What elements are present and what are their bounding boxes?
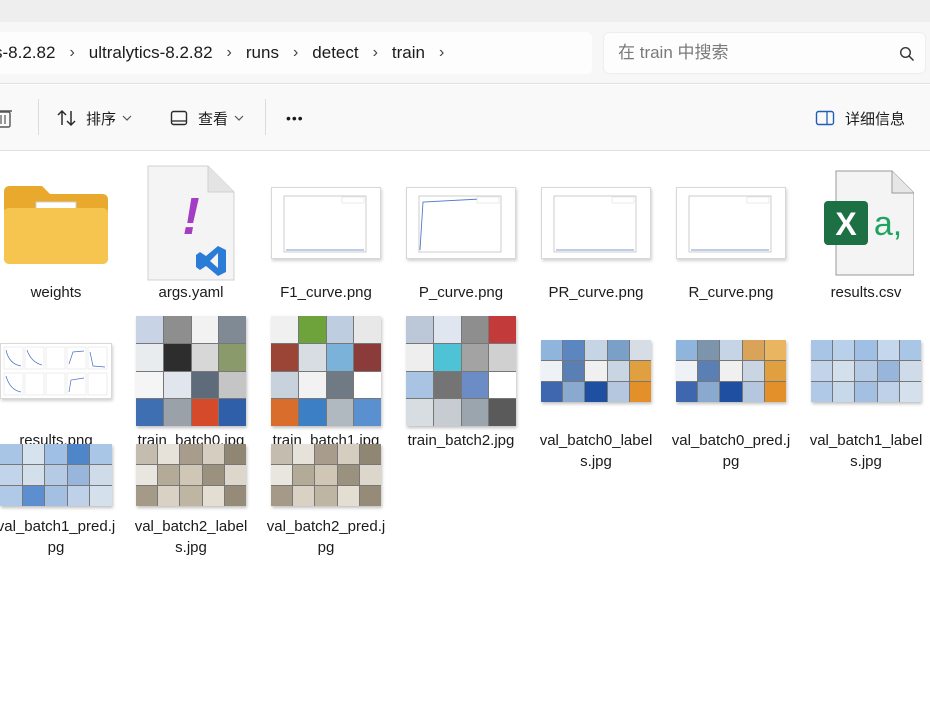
file-item[interactable]: train_batch1.jpg <box>266 312 386 451</box>
val-batch-thumbnail <box>0 444 112 506</box>
file-item[interactable]: val_batch1_pred.jpg <box>0 434 116 558</box>
file-item[interactable]: val_batch0_pred.jpg <box>671 312 791 472</box>
file-name: val_batch2_pred.jpg <box>266 518 386 556</box>
file-name: results.csv <box>830 284 902 301</box>
file-item[interactable]: PR_curve.png <box>536 164 656 303</box>
train-batch-thumbnail <box>271 316 381 426</box>
search-input[interactable] <box>618 41 888 65</box>
file-item[interactable]: P_curve.png <box>401 164 521 303</box>
plot-thumbnail <box>271 187 381 259</box>
command-bar: 排序 查看 ••• 详细信息 <box>0 85 930 151</box>
chevron-right-icon[interactable]: › <box>61 44 82 62</box>
chevron-right-icon[interactable]: › <box>431 44 452 62</box>
view-label: 查看 <box>198 110 229 128</box>
file-item[interactable]: Xa, results.csv <box>806 164 926 303</box>
breadcrumb-item[interactable]: detect <box>306 43 364 63</box>
breadcrumb-item[interactable]: runs <box>240 43 285 63</box>
val-batch-thumbnail <box>271 444 381 506</box>
search-icon[interactable] <box>899 46 915 62</box>
file-name: F1_curve.png <box>280 284 372 301</box>
sort-icon <box>57 109 76 127</box>
file-item[interactable]: val_batch2_pred.jpg <box>266 434 386 558</box>
file-item[interactable]: train_batch0.jpg <box>131 312 251 451</box>
val-batch-thumbnail <box>676 340 786 402</box>
svg-text:a,: a, <box>874 205 902 243</box>
breadcrumb-item[interactable]: s-8.2.82 <box>0 43 61 63</box>
breadcrumb-item[interactable]: ultralytics-8.2.82 <box>83 43 219 63</box>
p-curve-image <box>418 195 502 253</box>
file-name: PR_curve.png <box>548 284 644 301</box>
yaml-file-icon: ! <box>131 164 251 282</box>
results-plot-thumbnail <box>0 343 112 399</box>
plot-thumbnail <box>541 187 651 259</box>
view-button[interactable]: 查看 <box>170 101 244 135</box>
toolbar-divider <box>38 99 39 135</box>
val-batch-thumbnail <box>541 340 651 402</box>
file-item[interactable]: R_curve.png <box>671 164 791 303</box>
more-options-button[interactable]: ••• <box>286 101 304 135</box>
train-batch-thumbnail <box>406 316 516 426</box>
file-name: P_curve.png <box>418 284 504 301</box>
address-bar: s-8.2.82 › ultralytics-8.2.82 › runs › d… <box>0 22 930 84</box>
folder-icon <box>0 164 116 282</box>
sort-label: 排序 <box>86 110 117 128</box>
file-name: val_batch0_labels.jpg <box>539 432 653 470</box>
file-name: val_batch2_labels.jpg <box>134 518 248 556</box>
chevron-down-icon <box>234 115 244 121</box>
file-name: R_curve.png <box>688 284 774 301</box>
details-label: 详细信息 <box>845 110 906 128</box>
file-item[interactable]: weights <box>0 164 116 303</box>
delete-icon[interactable] <box>0 107 14 129</box>
file-name: weights <box>30 284 82 301</box>
r-curve-image <box>688 195 772 253</box>
train-batch-thumbnail <box>136 316 246 426</box>
chevron-right-icon[interactable]: › <box>285 44 306 62</box>
toolbar-divider <box>265 99 266 135</box>
chevron-right-icon[interactable]: › <box>365 44 386 62</box>
details-pane-icon <box>815 110 835 126</box>
plot-thumbnail <box>406 187 516 259</box>
title-strip <box>0 0 930 22</box>
file-name: val_batch1_labels.jpg <box>809 432 923 470</box>
file-item[interactable]: results.png <box>0 312 116 451</box>
val-batch-thumbnail <box>811 340 921 402</box>
results-chart-image <box>3 346 108 396</box>
val-batch-thumbnail <box>136 444 246 506</box>
file-name: val_batch1_pred.jpg <box>0 518 116 556</box>
chevron-down-icon <box>122 115 132 121</box>
svg-text:!: ! <box>182 188 199 246</box>
file-item[interactable]: val_batch0_labels.jpg <box>536 312 656 472</box>
svg-text:X: X <box>835 206 857 242</box>
f1-curve-image <box>283 195 367 253</box>
file-item[interactable]: ! args.yaml <box>131 164 251 303</box>
excel-file-icon: Xa, <box>806 164 926 282</box>
chevron-right-icon[interactable]: › <box>219 44 240 62</box>
breadcrumb[interactable]: s-8.2.82 › ultralytics-8.2.82 › runs › d… <box>0 32 592 74</box>
file-list: weights ! args.yaml F1_curve.png P_curve… <box>0 152 930 707</box>
file-name: train_batch2.jpg <box>407 432 515 449</box>
breadcrumb-item[interactable]: train <box>386 43 431 63</box>
file-name: args.yaml <box>158 284 224 301</box>
file-name: val_batch0_pred.jpg <box>671 432 791 470</box>
search-box[interactable] <box>603 32 926 74</box>
file-item[interactable]: val_batch1_labels.jpg <box>806 312 926 472</box>
view-icon <box>170 110 188 126</box>
plot-thumbnail <box>676 187 786 259</box>
file-item[interactable]: train_batch2.jpg <box>401 312 521 451</box>
file-item[interactable]: F1_curve.png <box>266 164 386 303</box>
details-button[interactable]: 详细信息 <box>815 101 905 135</box>
file-item[interactable]: val_batch2_labels.jpg <box>131 434 251 558</box>
sort-button[interactable]: 排序 <box>56 101 132 135</box>
pr-curve-image <box>553 195 637 253</box>
